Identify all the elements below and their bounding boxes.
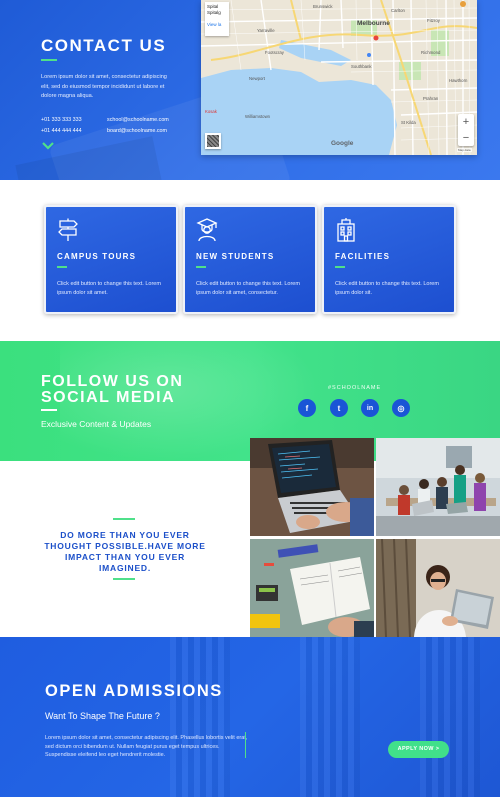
quote-section: DO MORE THAN YOU EVER THOUGHT POSSIBLE.H… [0, 461, 250, 637]
map-town-label: Richmond [421, 50, 441, 55]
follow-title: FOLLOW US ON SOCIAL MEDIA [41, 373, 184, 406]
map-town-label: Newport [249, 76, 266, 81]
map-town-label: Yarraville [257, 28, 275, 33]
google-logo: Google [331, 140, 354, 147]
map-town-label: Williamstown [245, 114, 271, 119]
contact-description: Lorem ipsum dolor sit amet, consectetur … [41, 74, 167, 99]
card-accent-bar [335, 266, 345, 268]
map-town-label: Prahran [423, 96, 439, 101]
map-town-label: Southbank [351, 64, 372, 69]
map-town-label: Footscray [265, 50, 284, 55]
contact-title: CONTACT US [41, 36, 167, 55]
map-town-label: Brunswick [313, 4, 333, 9]
card-title: CAMPUS TOURS [57, 252, 137, 261]
quote-accent-bar [113, 578, 135, 580]
map-tiles [201, 0, 477, 155]
new-students-card[interactable]: NEW STUDENTS Click edit button to change… [183, 205, 317, 314]
students-group-photo [376, 438, 500, 536]
phone-number: +01 333 333 333 [41, 117, 82, 123]
map-embed[interactable]: Spital Spitalg View la Melbourne Yarravi… [201, 0, 477, 155]
admissions-subtitle: Want To Shape The Future ? [45, 711, 160, 721]
title-accent-bar [41, 409, 57, 411]
background-texture [420, 637, 480, 797]
chevron-down-icon[interactable] [42, 141, 54, 151]
hashtag: #SCHOOLNAME [328, 385, 382, 391]
instagram-icon[interactable]: ◎ [392, 399, 410, 417]
graduate-icon [196, 218, 218, 242]
map-town-label: Hawthorn [449, 78, 468, 83]
twitter-icon[interactable]: t [330, 399, 348, 417]
facilities-card[interactable]: FACILITIES Click edit button to change t… [322, 205, 456, 314]
divider [245, 732, 246, 758]
card-accent-bar [196, 266, 206, 268]
campus-tours-card[interactable]: CAMPUS TOURS Click edit button to change… [44, 205, 178, 314]
card-text: Click edit button to change this text. L… [57, 281, 161, 296]
quote-text: DO MORE THAN YOU EVER THOUGHT POSSIBLE.H… [44, 530, 206, 573]
map-town-label: St Kilda [401, 120, 416, 125]
map-type-toggle[interactable] [205, 133, 221, 149]
map-town-label: Carlton [391, 8, 405, 13]
background-texture [300, 637, 360, 797]
background-texture [170, 637, 230, 797]
map-town-label: Kosak [205, 109, 217, 114]
laptop-coding-photo [250, 438, 374, 536]
student-laptop-photo [376, 539, 500, 637]
map-credits[interactable]: Map data [457, 148, 472, 152]
card-text: Click edit button to change this text. L… [196, 281, 300, 296]
studying-desk-photo [250, 539, 374, 637]
card-title: NEW STUDENTS [196, 252, 275, 261]
card-title: FACILITIES [335, 252, 391, 261]
zoom-control[interactable]: + − [458, 114, 474, 146]
view-larger-map-link[interactable]: View la [207, 22, 227, 28]
apply-now-button[interactable]: APPLY NOW > [388, 741, 449, 758]
admissions-text: Lorem ipsum dolor sit amet, consectetur … [45, 735, 248, 758]
follow-subtitle: Exclusive Content & Updates [41, 419, 152, 429]
contact-section: CONTACT US Lorem ipsum dolor sit amet, c… [0, 0, 500, 180]
place-card-subtitle: Spitalg [207, 10, 221, 15]
quote-accent-bar [113, 518, 135, 520]
phone-number: +01 444 444 444 [41, 128, 82, 134]
admissions-section: OPEN ADMISSIONS Want To Shape The Future… [0, 637, 500, 797]
map-city-label: Melbourne [357, 20, 390, 27]
building-icon [337, 218, 355, 242]
signpost-icon [58, 218, 78, 241]
admissions-title: OPEN ADMISSIONS [45, 682, 223, 700]
email-link[interactable]: board@schoolname.com [107, 128, 167, 134]
place-card[interactable]: Spital Spitalg View la [205, 2, 229, 36]
facebook-icon[interactable]: f [298, 399, 316, 417]
card-accent-bar [57, 266, 67, 268]
title-accent-bar [41, 59, 57, 61]
map-town-label: Fitzroy [427, 18, 440, 23]
linkedin-icon[interactable]: in [361, 399, 379, 417]
zoom-in-button[interactable]: + [458, 114, 474, 130]
email-link[interactable]: school@schoolname.com [107, 117, 169, 123]
card-text: Click edit button to change this text. L… [335, 281, 439, 296]
zoom-out-button[interactable]: − [458, 130, 474, 146]
